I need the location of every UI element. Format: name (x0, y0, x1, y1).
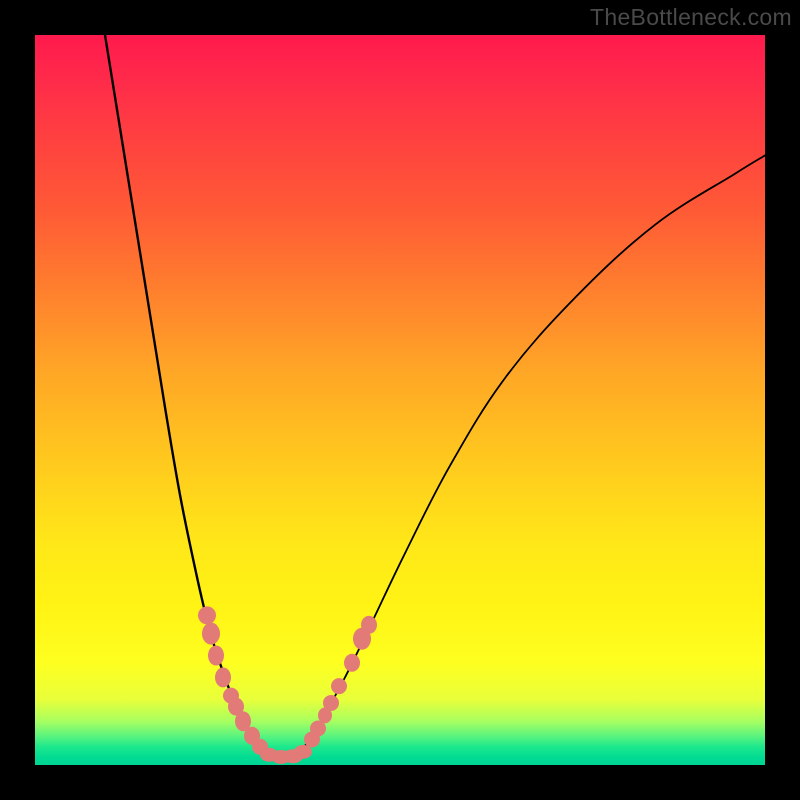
right-curve (297, 155, 765, 754)
marker-right-3 (323, 695, 339, 711)
left-curve (105, 35, 273, 755)
markers (198, 606, 377, 764)
marker-right-4 (331, 678, 347, 694)
chart-svg (35, 35, 765, 765)
plot-area (35, 35, 765, 765)
marker-left-3 (215, 667, 231, 687)
marker-right-7 (361, 616, 377, 634)
curves (105, 35, 765, 758)
marker-left-0 (198, 606, 216, 624)
marker-left-1 (202, 623, 220, 645)
watermark-text: TheBottleneck.com (590, 4, 792, 31)
marker-valley-3 (294, 745, 312, 759)
marker-left-2 (208, 646, 224, 666)
chart-frame: TheBottleneck.com (0, 0, 800, 800)
marker-right-5 (344, 654, 360, 672)
